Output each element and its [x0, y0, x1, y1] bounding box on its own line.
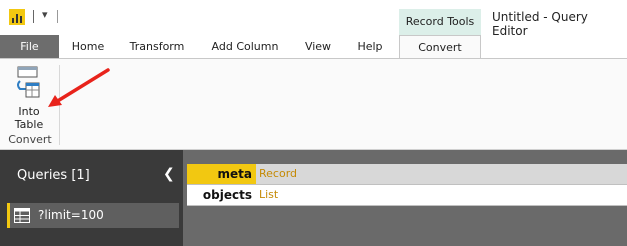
separator [33, 10, 34, 23]
query-item[interactable]: ?limit=100 [7, 203, 179, 228]
separator [57, 10, 58, 23]
tab-file[interactable]: File [0, 35, 59, 58]
selection-bar [7, 203, 10, 228]
table-row: meta Record [187, 164, 627, 185]
context-group-record-tools: Record Tools [399, 9, 481, 35]
power-bi-icon[interactable] [9, 9, 25, 25]
tab-add-column[interactable]: Add Column [205, 35, 285, 58]
into-table-icon [17, 66, 40, 98]
tab-transform[interactable]: Transform [124, 35, 190, 58]
field-name: meta [187, 164, 256, 184]
window-title: Untitled - Query Editor [492, 10, 588, 38]
queries-title: Queries [1] [17, 168, 90, 183]
tab-convert[interactable]: Convert [399, 35, 481, 59]
field-name: objects [187, 185, 256, 205]
field-value-link[interactable]: Record [256, 164, 627, 184]
tab-home[interactable]: Home [66, 35, 110, 58]
title-bar: ▾ Record Tools Untitled - Query Editor [0, 0, 627, 38]
record-grid: meta Record objects List [187, 164, 627, 206]
annotation-arrow-icon [48, 68, 110, 107]
tab-view[interactable]: View [297, 35, 339, 58]
query-name: ?limit=100 [38, 208, 104, 222]
table-icon [14, 208, 30, 223]
data-preview-pane: meta Record objects List [183, 150, 627, 246]
ribbon-group-label: Convert [8, 133, 52, 146]
into-table-label-line2: Table [14, 118, 44, 131]
tab-help[interactable]: Help [350, 35, 390, 58]
field-value-link[interactable]: List [256, 185, 627, 205]
queries-pane: Queries [1] ❮ ?limit=100 [0, 150, 183, 246]
table-row: objects List [187, 185, 627, 206]
chevron-left-icon[interactable]: ❮ [163, 166, 175, 182]
ribbon-tab-row: File Home Transform Add Column View Help… [0, 35, 627, 59]
quick-access-dropdown-icon[interactable]: ▾ [42, 8, 48, 21]
